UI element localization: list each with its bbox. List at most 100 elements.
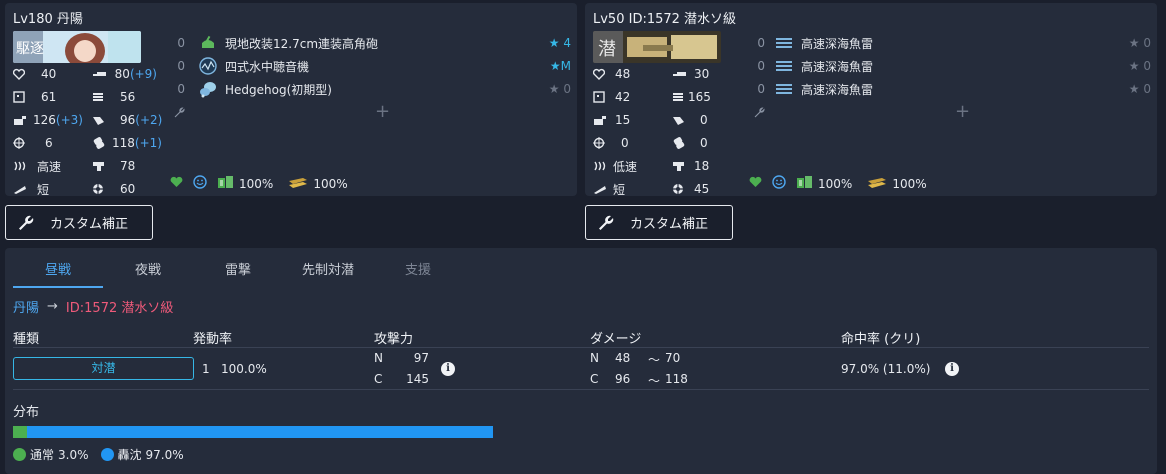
stat-evasion: 0 bbox=[593, 134, 663, 152]
ship-card-target: Lv50 ID:1572 潜水ソ級 潜 48 42 15 0 低速 短 30 1… bbox=[585, 3, 1157, 198]
custom-modifier-button-target[interactable]: カスタム補正 bbox=[585, 205, 733, 240]
accuracy-icon bbox=[92, 183, 106, 195]
divider bbox=[13, 389, 1149, 390]
tab-night-battle[interactable]: 夜戦 bbox=[103, 256, 193, 288]
torpedo-icon bbox=[775, 34, 793, 52]
damage-crit-max: 118 bbox=[665, 372, 688, 386]
distribution-sunk-segment bbox=[27, 426, 493, 438]
accuracy-icon bbox=[672, 183, 686, 195]
equipment-slot-2[interactable]: 0 高速深海魚雷 ★ 0 bbox=[745, 55, 1157, 77]
stat-luck: 18 bbox=[672, 157, 737, 175]
tab-opening-asw[interactable]: 先制対潜 bbox=[283, 256, 373, 288]
power-normal-label: N bbox=[374, 351, 383, 365]
stat-armor: 61 bbox=[13, 88, 83, 106]
stat-firepower: 80(+9) bbox=[92, 65, 157, 83]
arrow-right-icon: → bbox=[47, 299, 58, 314]
ship-banner[interactable]: 潜 bbox=[593, 31, 721, 63]
equipment-slot-1[interactable]: 0 高速深海魚雷 ★ 0 bbox=[745, 32, 1157, 54]
tab-day-battle[interactable]: 昼戦 bbox=[13, 256, 103, 288]
armor-icon bbox=[593, 91, 607, 103]
stat-speed: 高速 bbox=[13, 157, 83, 175]
equipment-slot-1[interactable]: 0 現地改装12.7cm連装高角砲 ★ 4 bbox=[165, 32, 577, 54]
stat-range: 短 bbox=[13, 180, 83, 198]
firepower-icon bbox=[92, 68, 106, 80]
attack-route: 丹陽 → ID:1572 潜水ソ級 bbox=[13, 297, 173, 316]
distribution-legend: 通常 3.0% 轟沈 97.0% bbox=[13, 446, 184, 463]
ship-title: Lv50 ID:1572 潜水ソ級 bbox=[593, 12, 737, 27]
tab-torpedo[interactable]: 雷撃 bbox=[193, 256, 283, 288]
stat-evasion: 6 bbox=[13, 134, 83, 152]
evasion-icon bbox=[593, 137, 607, 149]
ship-banner[interactable]: 駆逐 bbox=[13, 31, 141, 63]
stat-hp: 40 bbox=[12, 65, 83, 83]
header-hit: 命中率 (クリ) bbox=[841, 332, 921, 347]
morale-smile-icon bbox=[772, 175, 786, 192]
distribution-label: 分布 bbox=[13, 405, 40, 420]
torpedo-icon bbox=[775, 57, 793, 75]
attack-type-badge: 対潜 bbox=[13, 357, 194, 380]
damage-crit-label: C bbox=[590, 372, 599, 386]
ammo-icon bbox=[866, 176, 888, 191]
stat-accuracy: 45 bbox=[672, 180, 737, 198]
svg-text:潜: 潜 bbox=[598, 39, 616, 60]
rate-value: 100.0% bbox=[221, 362, 267, 376]
phase-tabs: 昼戦 夜戦 雷撃 先制対潜 支援 bbox=[13, 256, 463, 288]
header-damage: ダメージ bbox=[590, 332, 642, 347]
stat-firepower: 30 bbox=[672, 65, 737, 83]
luck-icon bbox=[672, 160, 686, 172]
rate-count: 1 bbox=[202, 362, 210, 376]
fuel-icon bbox=[217, 175, 235, 192]
gun-green-icon bbox=[199, 34, 217, 52]
stat-aa: 126(+3) bbox=[13, 111, 83, 129]
equipment-slot-3[interactable]: 0 高速深海魚雷 ★ 0 bbox=[745, 78, 1157, 100]
add-slot-plus-icon[interactable]: + bbox=[955, 101, 970, 122]
custom-modifier-label: カスタム補正 bbox=[630, 217, 709, 232]
speed-icon bbox=[593, 160, 607, 172]
reinforce-slot-wrench-icon[interactable] bbox=[173, 106, 186, 122]
ammo-icon bbox=[287, 176, 309, 191]
supply-status: 100% 100% bbox=[749, 175, 927, 192]
stat-range: 短 bbox=[593, 180, 663, 198]
tab-support[interactable]: 支援 bbox=[373, 256, 463, 288]
stat-accuracy: 60 bbox=[92, 180, 157, 198]
asw-icon bbox=[672, 114, 686, 126]
luck-icon bbox=[92, 160, 106, 172]
evasion-icon bbox=[13, 137, 27, 149]
power-crit-value: 145 bbox=[406, 372, 429, 386]
power-normal-value: 97 bbox=[413, 351, 429, 365]
reinforce-slot-wrench-icon[interactable] bbox=[753, 106, 766, 122]
divider bbox=[13, 347, 1149, 348]
heart-icon bbox=[12, 68, 27, 80]
speed-icon bbox=[13, 160, 27, 172]
ship-card-attacker: Lv180 丹陽 駆逐 40 61 126(+3) 6 高速 短 80(+9) … bbox=[5, 3, 577, 198]
stat-speed: 低速 bbox=[593, 157, 663, 175]
hit-info-icon[interactable]: i bbox=[945, 362, 959, 376]
los-icon bbox=[92, 137, 106, 149]
distribution-bar bbox=[13, 426, 493, 438]
damage-normal-sep: ～ bbox=[648, 353, 661, 367]
power-info-icon[interactable]: i bbox=[441, 362, 455, 376]
add-slot-plus-icon[interactable]: + bbox=[375, 101, 390, 122]
ship-title: Lv180 丹陽 bbox=[13, 12, 83, 27]
aa-gun-icon bbox=[593, 114, 607, 126]
stat-torpedo: 165 bbox=[672, 88, 737, 106]
damage-crit-sep: ～ bbox=[648, 374, 661, 388]
fuel-icon bbox=[796, 175, 814, 192]
stat-luck: 78 bbox=[92, 157, 157, 175]
supply-status: 100% 100% bbox=[170, 175, 348, 192]
stat-torpedo: 56 bbox=[92, 88, 157, 106]
range-icon bbox=[13, 183, 27, 195]
torpedo-icon bbox=[775, 80, 793, 98]
equipment-slot-2[interactable]: 0 四式水中聴音機 ★M bbox=[165, 55, 577, 77]
header-power: 攻撃力 bbox=[374, 332, 414, 347]
battle-result-panel: 昼戦 夜戦 雷撃 先制対潜 支援 丹陽 → ID:1572 潜水ソ級 種類 発動… bbox=[5, 248, 1157, 474]
legend-sunk-dot bbox=[100, 448, 114, 461]
target-name: ID:1572 潜水ソ級 bbox=[65, 301, 174, 316]
damage-normal-max: 70 bbox=[665, 351, 681, 365]
equipment-slot-3[interactable]: 0 Hedgehog(初期型) ★ 0 bbox=[165, 78, 577, 100]
power-crit-label: C bbox=[374, 372, 383, 386]
torpedo-stat-icon bbox=[92, 91, 106, 103]
custom-modifier-button-attacker[interactable]: カスタム補正 bbox=[5, 205, 153, 240]
legend-sunk-value: 97.0% bbox=[145, 447, 184, 462]
asw-icon bbox=[92, 114, 106, 126]
